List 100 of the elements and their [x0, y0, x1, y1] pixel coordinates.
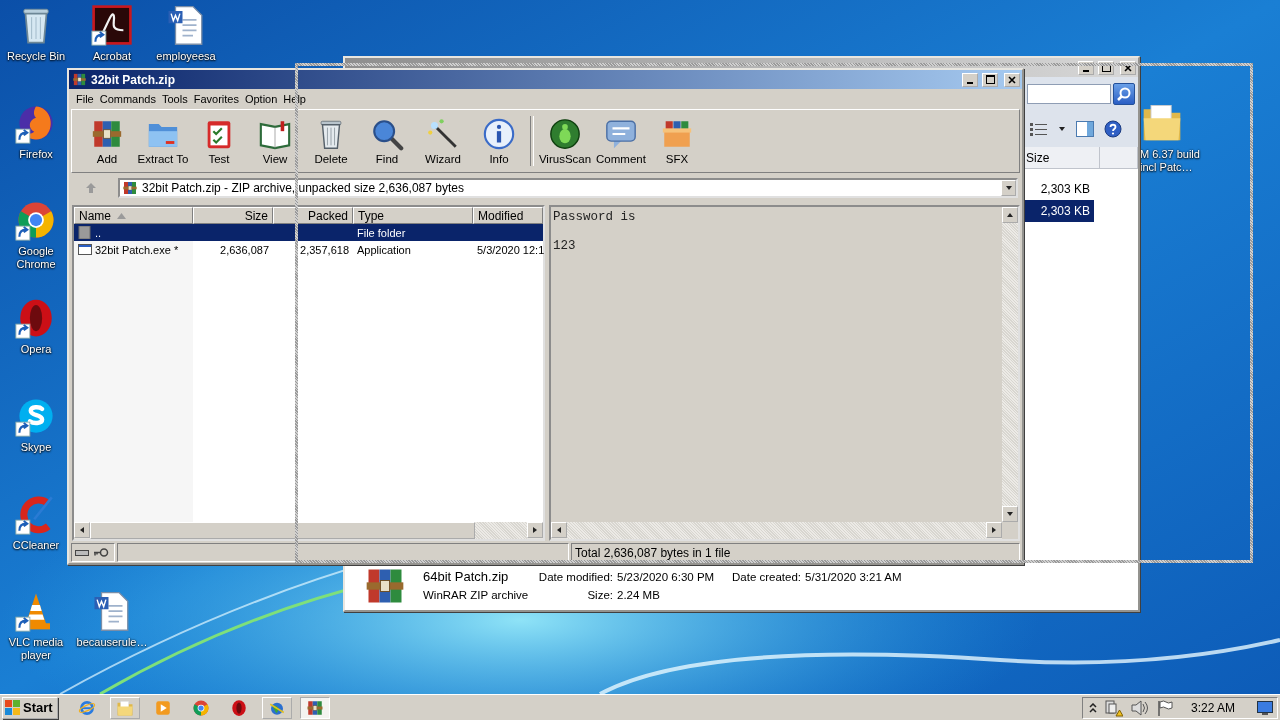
menu-item[interactable]: Favorites: [190, 91, 242, 107]
view-options-icon[interactable]: [1030, 122, 1048, 136]
vertical-scrollbar[interactable]: [1002, 207, 1018, 522]
table-cell: 32bit Patch.exe *: [95, 243, 179, 256]
taskbar-button[interactable]: [299, 696, 330, 719]
archive-icon: [122, 180, 138, 196]
table-cell[interactable]: 2,303 KB: [1024, 178, 1094, 200]
folder-icon: [115, 698, 134, 717]
show-desktop-icon[interactable]: [1257, 700, 1273, 715]
column-header[interactable]: Packed: [273, 207, 353, 224]
toolbar-button[interactable]: Info: [471, 112, 527, 170]
toolbar-button[interactable]: SFX: [649, 112, 705, 170]
table-cell: 5/3/2020 12:1: [477, 243, 545, 256]
table-cell[interactable]: 2,303 KB: [1024, 200, 1094, 222]
toolbar-button[interactable]: Add: [79, 112, 135, 170]
minimize-icon: [967, 81, 973, 84]
detail-label: Size:: [586, 588, 614, 603]
desktop-icon-label[interactable]: CCleaner: [12, 538, 60, 552]
caret-icon: [78, 526, 86, 534]
network-icon[interactable]: [1104, 698, 1123, 717]
search-icon: [370, 117, 404, 151]
desktop-icon-label[interactable]: becauserule…: [76, 636, 148, 650]
folder-up-icon: [78, 226, 92, 239]
desktop-icon-label[interactable]: VLC media player: [4, 636, 68, 663]
minimize-button[interactable]: [962, 72, 978, 87]
desktop-icon-label[interactable]: employeesa: [156, 50, 216, 63]
desktop-icon-label[interactable]: Firefox: [19, 147, 53, 161]
maximize-icon: [985, 75, 995, 84]
table-cell: ..: [95, 226, 102, 239]
caret-icon: [531, 526, 539, 534]
desktop-icon-label[interactable]: M 6.37 build incl Patc…: [1140, 148, 1214, 174]
pdf-icon[interactable]: [91, 4, 133, 46]
file-row[interactable]: 32bit Patch.exe * 2,636,087 2,357,618 Application 5/3/2020 12:1: [74, 241, 543, 258]
browser-icon: [77, 698, 96, 717]
desktop-icon-label[interactable]: Google Chrome: [4, 245, 68, 272]
start-button[interactable]: Start: [2, 696, 58, 719]
desktop-icon-label[interactable]: Recycle Bin: [6, 50, 66, 63]
table-cell: Application: [357, 243, 411, 256]
clock[interactable]: 3:22 AM: [1190, 700, 1235, 715]
toolbar-button[interactable]: Delete: [303, 112, 359, 170]
archive-icon: [72, 72, 87, 87]
bug-icon: [548, 117, 582, 151]
dropdown-button[interactable]: [1001, 180, 1016, 196]
file-row[interactable]: .. File folder: [74, 224, 543, 241]
toolbar-button[interactable]: Wizard: [415, 112, 471, 170]
menu-item[interactable]: Commands: [96, 91, 159, 107]
help-icon[interactable]: [1104, 120, 1122, 138]
column-header[interactable]: Size: [1024, 147, 1100, 169]
volume-icon[interactable]: [1130, 699, 1149, 716]
column-header[interactable]: Type: [353, 207, 473, 224]
table-cell: 2,357,618: [300, 243, 349, 256]
toolbar-button[interactable]: Test: [191, 112, 247, 170]
menu-item[interactable]: File: [73, 91, 97, 107]
wand-icon: [426, 117, 460, 151]
search-button[interactable]: [1113, 83, 1135, 105]
column-header[interactable]: Size: [193, 207, 273, 224]
window-title: 32bit Patch.zip: [91, 72, 177, 87]
menu-item[interactable]: Option: [241, 91, 281, 107]
search-icon: [1116, 86, 1132, 102]
toolbar-button[interactable]: View: [247, 112, 303, 170]
table-cell: File folder: [357, 226, 406, 239]
horizontal-scrollbar[interactable]: [74, 522, 543, 539]
toolbar-button[interactable]: Comment: [593, 112, 649, 170]
taskbar-button[interactable]: [261, 696, 292, 719]
horizontal-scrollbar[interactable]: [551, 522, 1018, 539]
toolbar-button[interactable]: Find: [359, 112, 415, 170]
desktop-icon-label[interactable]: Opera: [20, 343, 52, 357]
toolbar-button[interactable]: VirusScan: [537, 112, 593, 170]
close-button[interactable]: [1004, 72, 1020, 87]
search-field[interactable]: [1027, 84, 1111, 104]
key-icon: [93, 548, 109, 557]
caret-icon: [1006, 211, 1014, 219]
maximize-button[interactable]: [982, 72, 998, 87]
detail-value: 5/31/2020 3:21 AM: [805, 570, 903, 585]
chevron-icon[interactable]: [1088, 702, 1097, 713]
scrollbar-corner: [1002, 522, 1018, 539]
info-icon: [482, 117, 516, 151]
path-field[interactable]: 32bit Patch.zip - ZIP archive, unpacked size 2,636,087 bytes: [118, 178, 1018, 198]
column-header[interactable]: Modified: [473, 207, 543, 224]
dropdown-caret-icon: [1058, 125, 1066, 133]
column-header[interactable]: Name: [74, 207, 193, 224]
flag-icon[interactable]: [1156, 699, 1173, 716]
browser-icon: [229, 698, 248, 717]
caret-icon: [1004, 184, 1013, 192]
browser-icon: [191, 698, 210, 717]
close-icon: [1008, 75, 1016, 84]
table-cell: 2,636,087: [220, 243, 269, 256]
start-logo-icon: [5, 699, 21, 716]
preview-pane-icon[interactable]: [1076, 121, 1094, 137]
minimize-icon: [1083, 69, 1089, 72]
menu-item[interactable]: Tools: [159, 91, 191, 107]
file-type: WinRAR ZIP archive: [423, 588, 527, 603]
caret-icon: [555, 526, 563, 534]
program-icon: [78, 243, 92, 256]
desktop-icon-label[interactable]: Skype: [20, 440, 52, 454]
desktop-icon-label[interactable]: Acrobat: [93, 50, 131, 63]
detail-label: Date created:: [732, 570, 803, 585]
detail-value: 2.24 MB: [617, 588, 661, 603]
toolbar-button[interactable]: Extract To: [135, 112, 191, 170]
file-name: 64bit Patch.zip: [423, 569, 510, 585]
